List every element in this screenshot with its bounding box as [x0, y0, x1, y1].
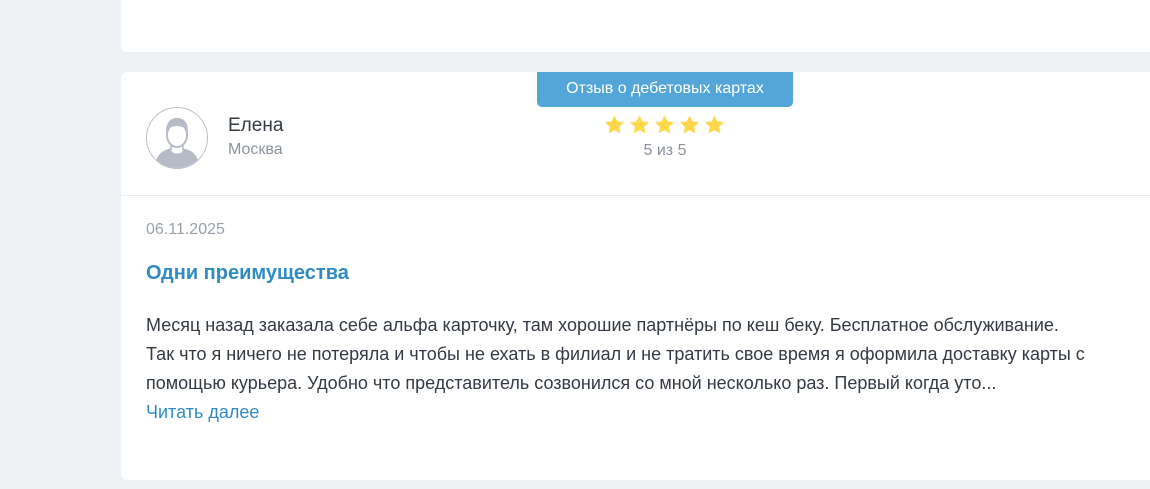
review-card: Отзыв о дебетовых картах Елена Москва 5 … — [121, 72, 1150, 480]
review-text-line: Месяц назад заказала себе альфа карточку… — [146, 315, 1059, 335]
rating-text: 5 из 5 — [643, 142, 687, 159]
author-name: Елена — [228, 115, 284, 136]
star-icon — [705, 115, 724, 134]
star-icon — [630, 115, 649, 134]
rating-stars — [603, 114, 726, 136]
review-text-line: помощью курьера. Удобно что представител… — [146, 373, 997, 393]
header-divider — [121, 195, 1150, 196]
user-avatar-icon — [146, 107, 208, 169]
star-icon — [680, 115, 699, 134]
category-badge[interactable]: Отзыв о дебетовых картах — [537, 72, 793, 107]
author-city: Москва — [228, 141, 283, 158]
star-icon — [605, 115, 624, 134]
star-icon — [655, 115, 674, 134]
review-text-line: Так что я ничего не потеряла и чтобы не … — [146, 344, 1085, 364]
previous-review-card — [121, 0, 1150, 52]
review-text: Месяц назад заказала себе альфа карточку… — [146, 311, 1150, 398]
review-title[interactable]: Одни преимущества — [146, 262, 349, 285]
read-more-link[interactable]: Читать далее — [146, 402, 259, 423]
review-date: 06.11.2025 — [146, 221, 225, 238]
